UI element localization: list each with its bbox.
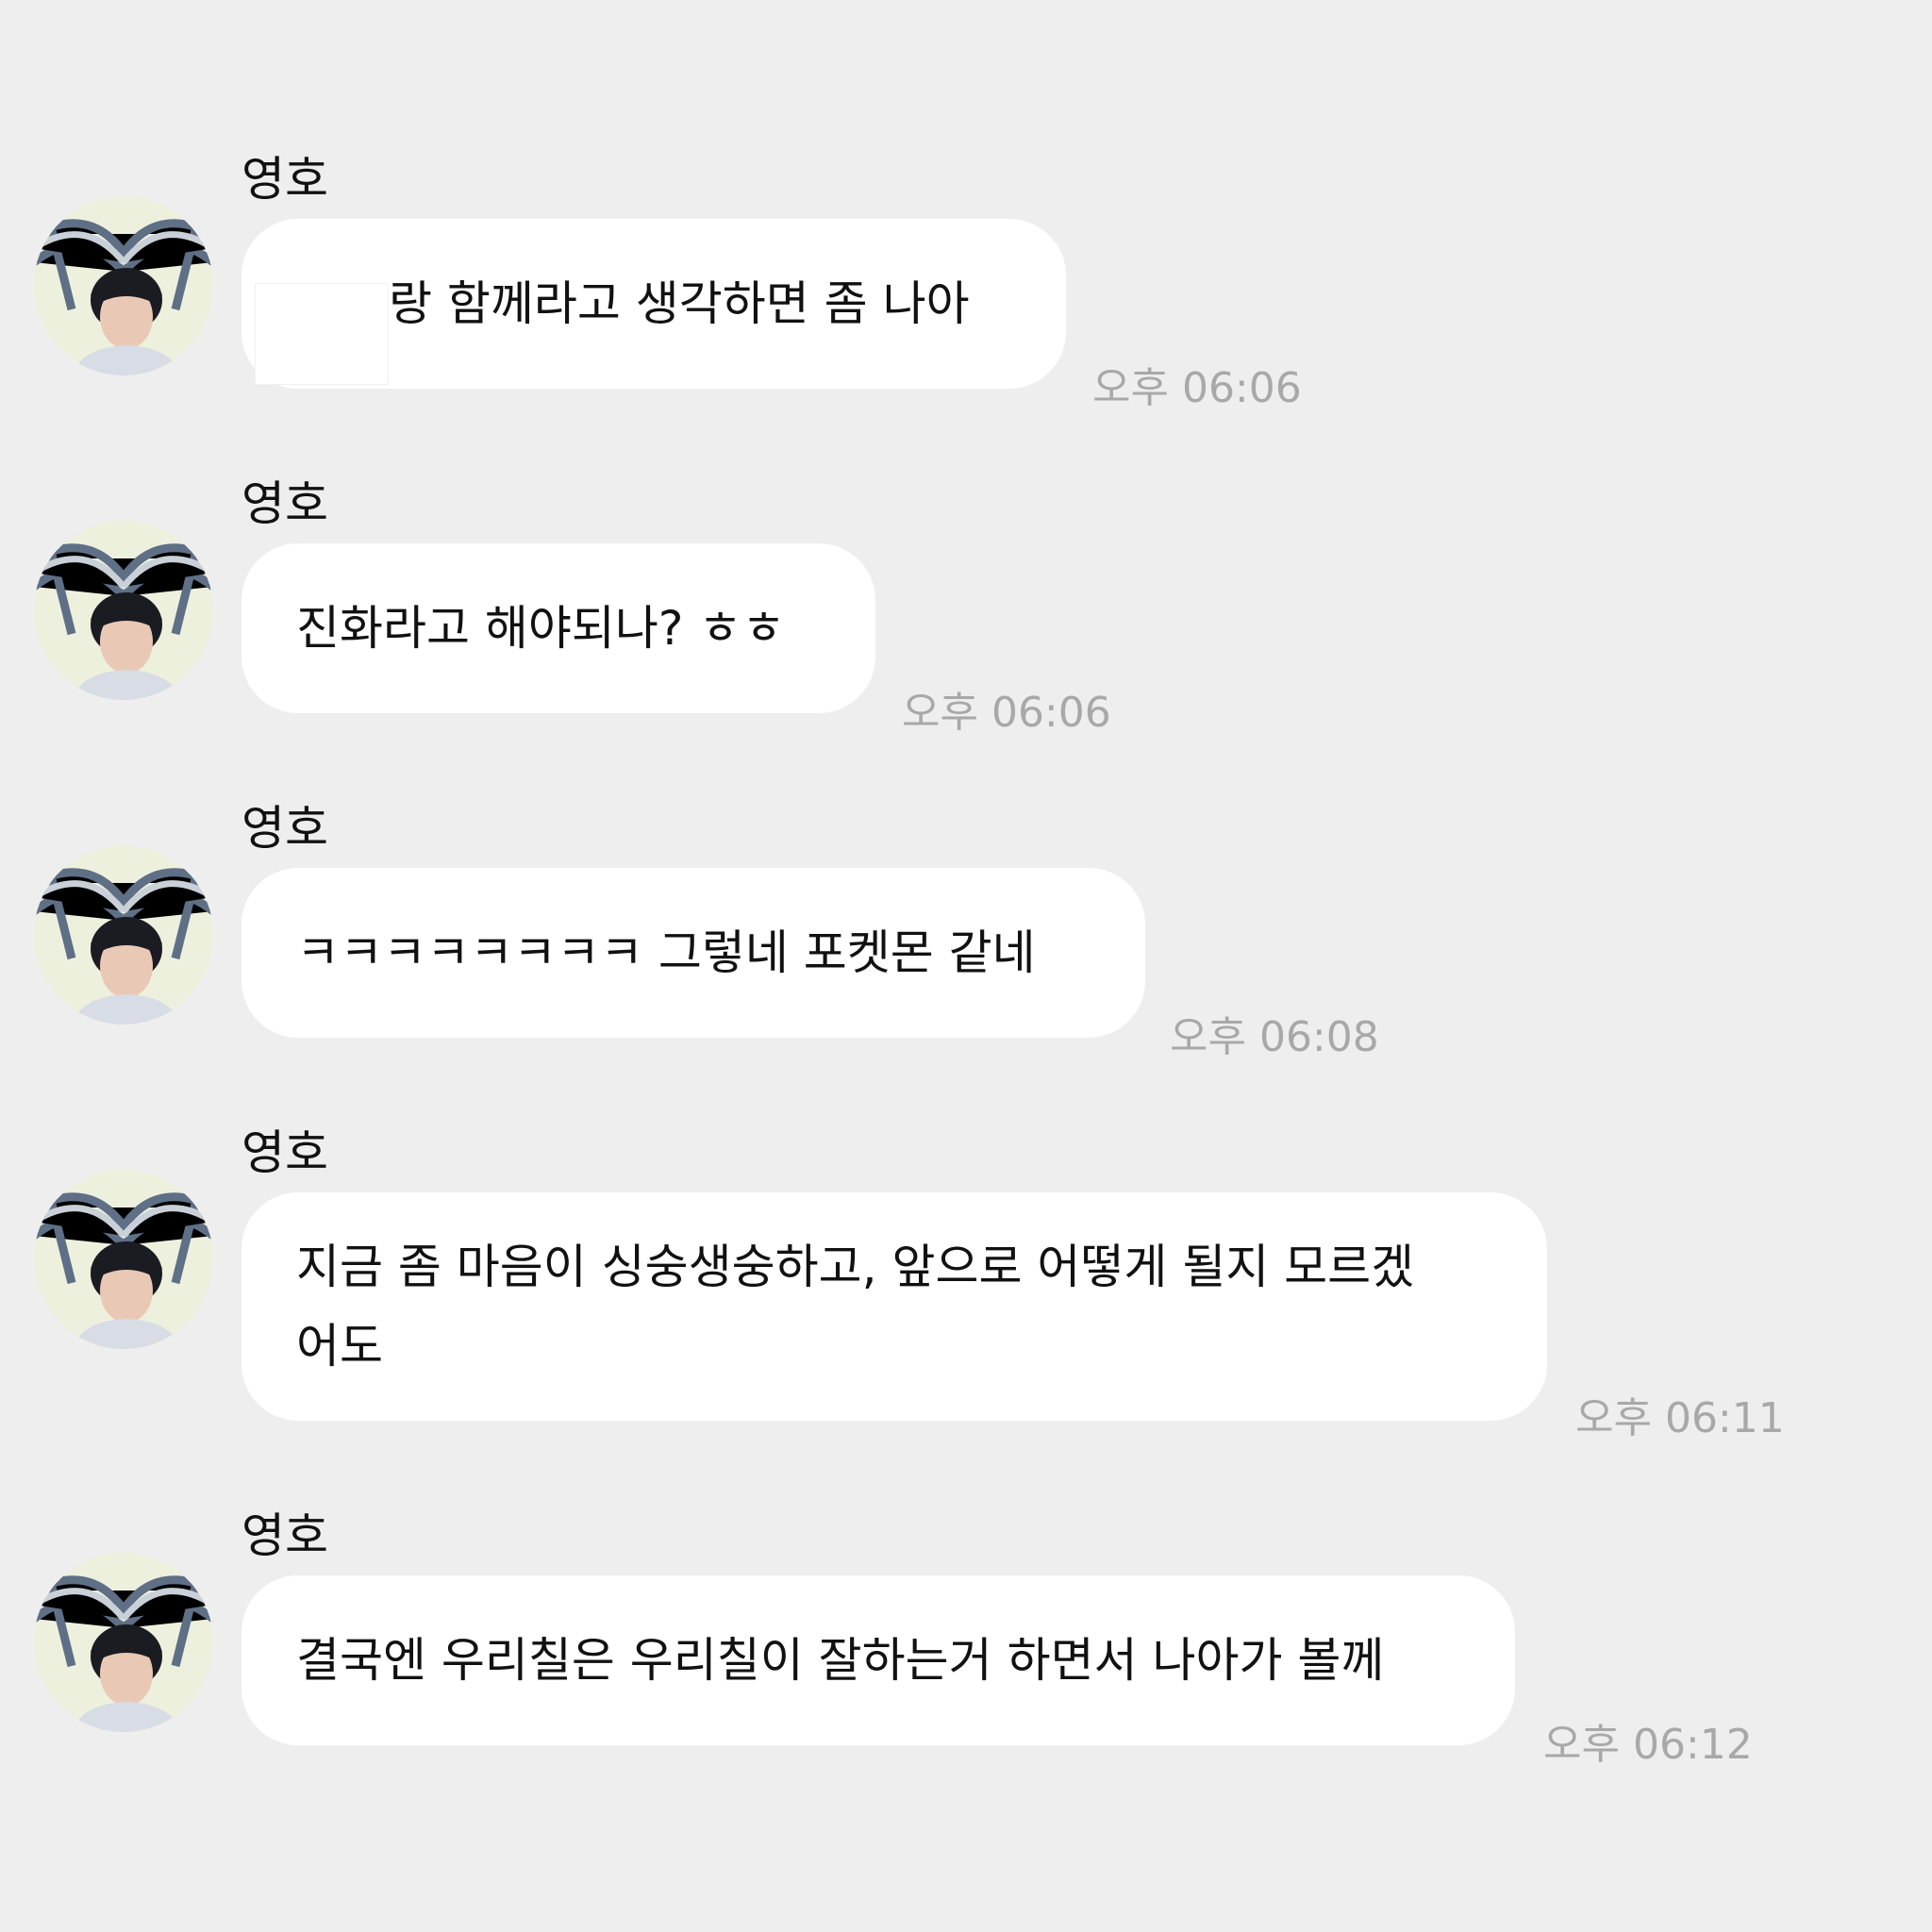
sender-name: 영호 xyxy=(242,152,328,207)
message-bubble[interactable]: 결국엔 우리칠은 우리칠이 잘하는거 하면서 나아가 볼께 xyxy=(242,1575,1515,1745)
sender-name: 영호 xyxy=(242,801,328,856)
redacted-area xyxy=(255,283,389,385)
message-time: 오후 06:12 xyxy=(1543,1721,1753,1769)
sender-name: 영호 xyxy=(242,1125,328,1180)
message-bubble[interactable]: 지금 좀 마음이 싱숭생숭하고, 앞으로 어떻게 될지 모르겠 어도 xyxy=(242,1192,1547,1421)
avatar[interactable] xyxy=(34,1553,213,1732)
avatar-image xyxy=(34,521,213,700)
message-text: 결국엔 우리칠은 우리칠이 잘하는거 하면서 나아가 볼께 xyxy=(296,1633,1385,1688)
message-time: 오후 06:06 xyxy=(902,689,1111,737)
avatar-image xyxy=(34,845,213,1024)
message-bubble[interactable]: 진화라고 해야되나? ㅎㅎ xyxy=(242,543,875,713)
sender-name: 영호 xyxy=(242,476,328,531)
avatar[interactable] xyxy=(34,521,213,700)
avatar-image xyxy=(34,1553,213,1732)
avatar[interactable] xyxy=(34,845,213,1024)
message-bubble[interactable]: ㅋㅋㅋㅋㅋㅋㅋㅋ 그렇네 포켓몬 같네 xyxy=(242,868,1145,1038)
message-text: 지금 좀 마음이 싱숭생숭하고, 앞으로 어떻게 될지 모르겠 어도 xyxy=(296,1240,1415,1374)
message-time: 오후 06:06 xyxy=(1092,364,1302,412)
avatar-image xyxy=(34,196,213,375)
avatar[interactable] xyxy=(34,1170,213,1349)
sender-name: 영호 xyxy=(242,1508,328,1563)
message-text: 진화라고 해야되나? ㅎㅎ xyxy=(296,601,786,656)
message-time: 오후 06:08 xyxy=(1170,1013,1379,1061)
message-time: 오후 06:11 xyxy=(1575,1394,1785,1442)
avatar[interactable] xyxy=(34,196,213,375)
message-text: 랑 함께라고 생각하면 좀 나아 xyxy=(389,276,970,331)
message-text: ㅋㅋㅋㅋㅋㅋㅋㅋ 그렇네 포켓몬 같네 xyxy=(296,925,1036,980)
avatar-image xyxy=(34,1170,213,1349)
